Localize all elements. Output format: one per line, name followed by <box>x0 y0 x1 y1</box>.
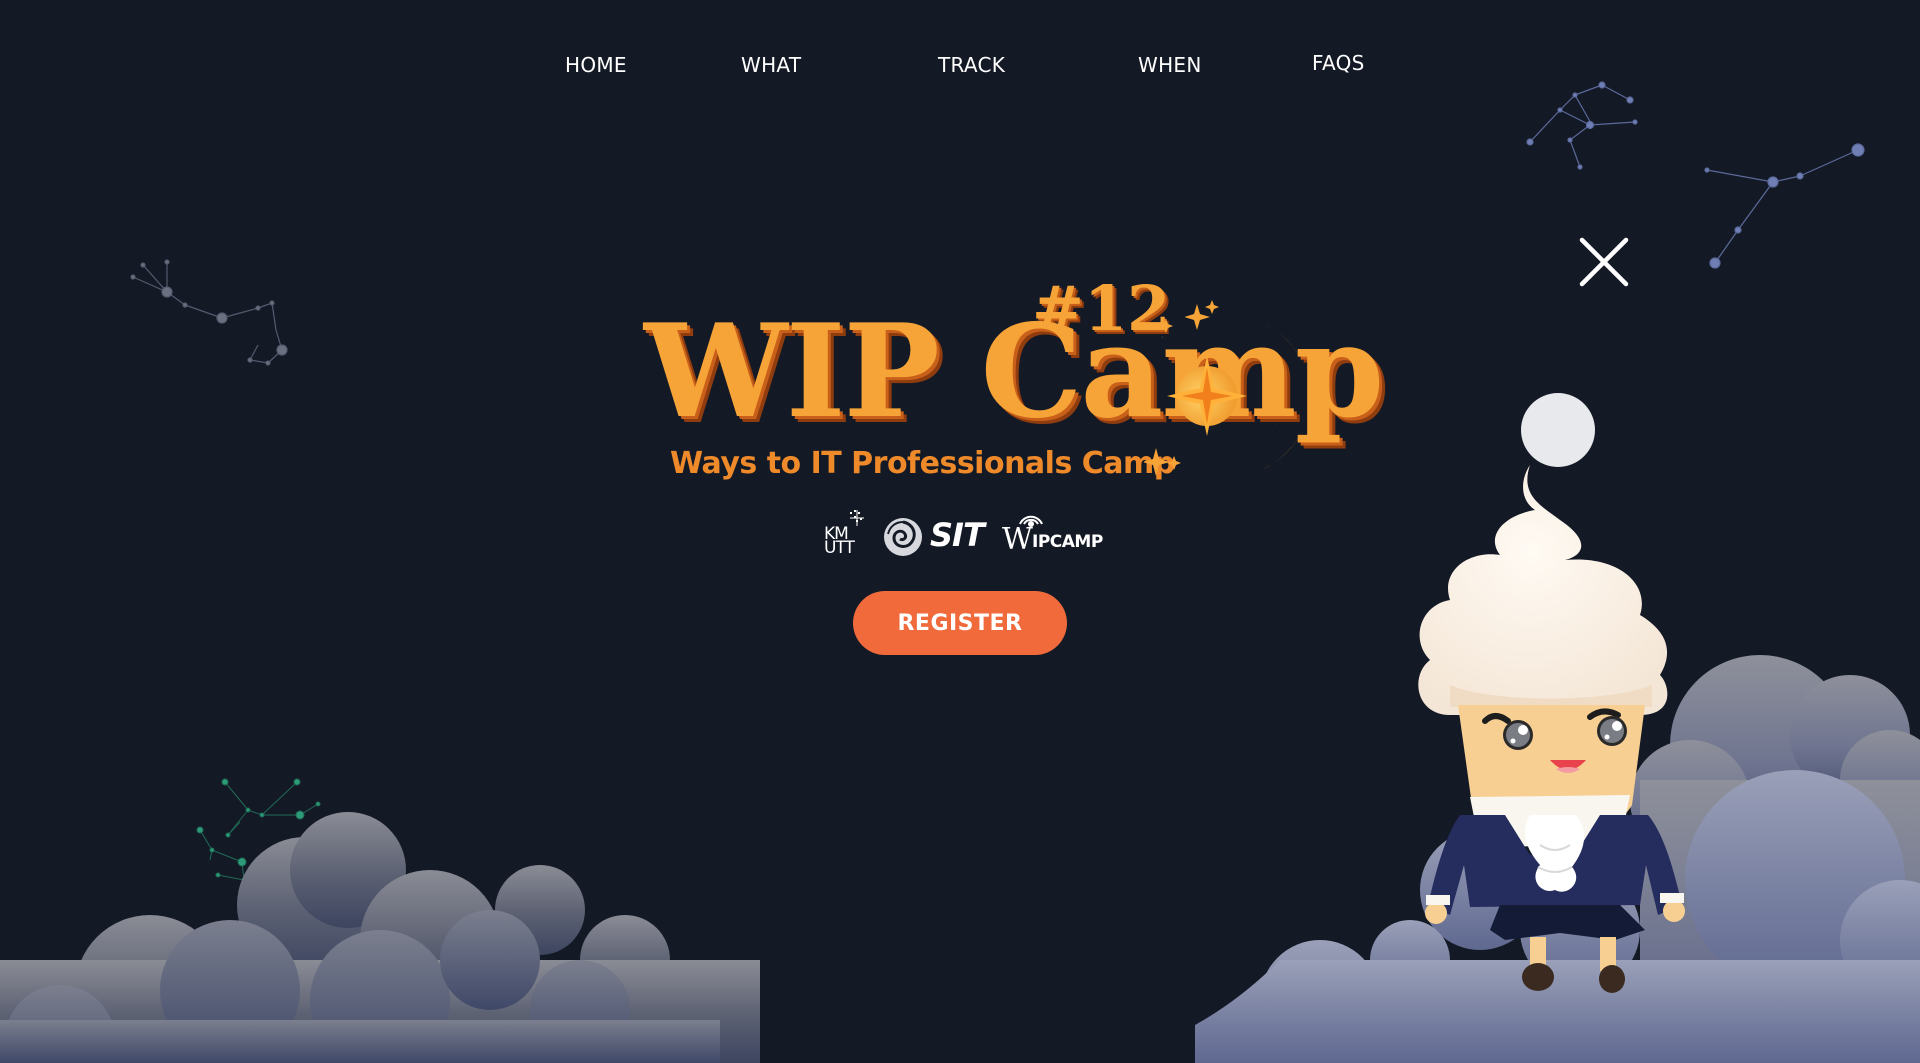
nav-when[interactable]: WHEN <box>1138 53 1202 77</box>
sparkle-icon <box>1144 448 1181 476</box>
sit-logo: SIT <box>882 508 990 560</box>
nav-what[interactable]: WHAT <box>741 53 801 77</box>
nav-track[interactable]: TRACK <box>938 53 1005 77</box>
logo-subtitle: Ways to IT Professionals Camp <box>670 446 1175 481</box>
nav-home[interactable]: HOME <box>565 53 627 77</box>
close-icon[interactable] <box>1578 236 1630 288</box>
register-button[interactable]: REGISTER <box>853 591 1067 655</box>
kmutt-logo: KM UTT <box>822 508 872 560</box>
hero-page: HOME WHAT TRACK WHEN FAQS #12 WIP Camp W… <box>0 0 1920 1063</box>
sparkle-icon <box>1185 300 1219 330</box>
wipcamp-small-logo: W IPCAMP <box>1002 508 1112 560</box>
ice-cream-mascot <box>1418 393 1685 993</box>
nav-faqs[interactable]: FAQS <box>1312 51 1365 75</box>
